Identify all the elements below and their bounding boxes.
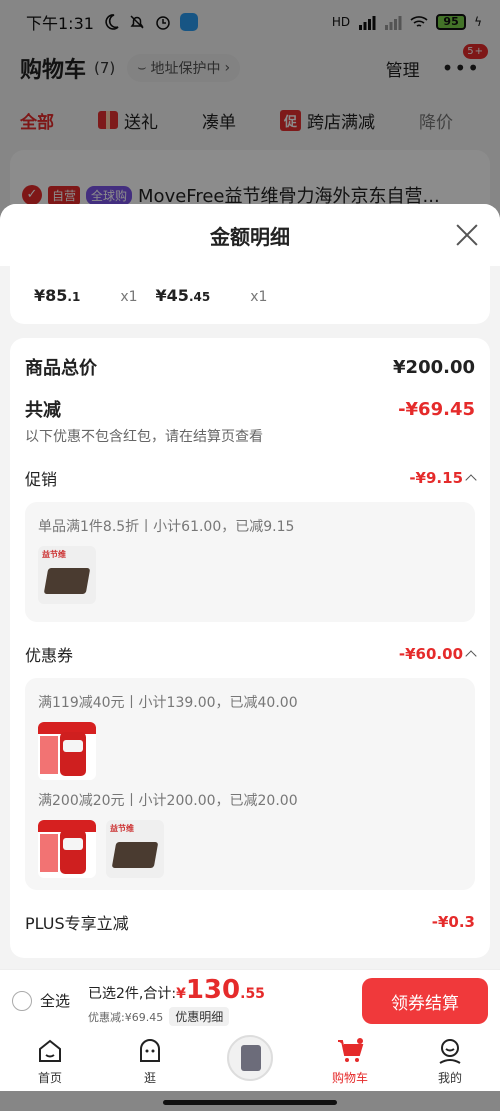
nav-cart[interactable]: 购物车 — [315, 1037, 385, 1086]
promo-label: 促销 — [25, 470, 58, 489]
sum-line: 已选2件,合计: ¥ 130 .55 — [88, 975, 265, 1005]
select-all-radio[interactable] — [12, 990, 32, 1011]
sum-block: 已选2件,合计: ¥ 130 .55 优惠减:¥69.45 优惠明细 — [88, 975, 265, 1026]
product-thumb-movefree-bottle[interactable] — [38, 820, 96, 878]
cart-icon — [338, 1038, 364, 1062]
item-price-int: ¥85 — [34, 285, 68, 305]
discount-text: 优惠减:¥69.45 — [88, 1010, 164, 1024]
sheet-header: 金额明细 — [0, 204, 500, 266]
coupon-rule-text: 满119减40元丨小计139.00，已减40.00 — [38, 695, 298, 711]
bottom-nav: 首页 逛 购物车 我的 — [0, 1031, 500, 1091]
coupon-label: 优惠券 — [25, 646, 74, 665]
amount-detail-sheet: 金额明细 ¥85.1 x1 ¥45.45 x1 商品总价 ¥200.00 共减 … — [0, 204, 500, 969]
promo-thumbs: 益节维 — [38, 546, 462, 604]
checkout-button[interactable]: 领券结算 — [362, 978, 488, 1024]
item-price-dec: .1 — [67, 289, 81, 304]
item-qty: x1 — [250, 288, 268, 305]
discount-detail-button[interactable]: 优惠明细 — [169, 1007, 230, 1026]
reduce-label: 共减 — [25, 400, 61, 421]
total-row: 商品总价 ¥200.00 — [25, 354, 475, 380]
thumb-logo: 益节维 — [110, 824, 134, 833]
nav-profile[interactable]: 我的 — [415, 1037, 485, 1086]
item-price: ¥45.45 x1 — [156, 286, 268, 305]
product-thumb-movefree-bottle[interactable] — [38, 722, 96, 780]
chevron-up-icon[interactable] — [465, 474, 477, 486]
promo-center-icon — [227, 1035, 273, 1081]
sheet-title: 金额明细 — [210, 224, 290, 249]
select-all-label[interactable]: 全选 — [40, 990, 70, 1011]
total-label: 商品总价 — [25, 358, 97, 379]
coupon-value-wrap: -¥60.00 — [398, 645, 477, 663]
reduce-note: 以下优惠不包含红包，请在结算页查看 — [25, 429, 263, 445]
selected-text: 已选2件,合计: — [88, 986, 177, 1002]
promo-row[interactable]: 促销 -¥9.15 — [25, 466, 477, 490]
amount-breakdown-card: 商品总价 ¥200.00 共减 -¥69.45 以下优惠不包含红包，请在结算页查… — [10, 338, 490, 958]
browse-icon — [140, 1039, 160, 1062]
product-thumb-glucosamine-box[interactable]: 益节维 — [106, 820, 164, 878]
promo-detail-box: 单品满1件8.5折丨小计61.00，已减9.15 益节维 — [25, 502, 475, 622]
nav-browse[interactable]: 逛 — [115, 1037, 185, 1086]
reduce-value: -¥69.45 — [398, 398, 475, 420]
coupon-rule-text: 满200减20元丨小计200.00，已减20.00 — [38, 793, 298, 809]
plus-value: -¥0.3 — [431, 913, 475, 931]
checkout-bar: 全选 已选2件,合计: ¥ 130 .55 优惠减:¥69.45 优惠明细 领券… — [0, 969, 500, 1031]
item-price-int: ¥45 — [155, 285, 189, 305]
item-qty: x1 — [120, 288, 138, 305]
item-price-dec: .45 — [188, 289, 211, 304]
plus-label: PLUS专享立减 — [25, 914, 129, 933]
promo-value: -¥9.15 — [409, 469, 463, 487]
nav-cart-label: 购物车 — [331, 1071, 368, 1085]
gesture-home-bar[interactable] — [163, 1100, 337, 1105]
coupon-thumbs-2: 益节维 — [38, 820, 462, 878]
coupon-detail-box: 满119减40元丨小计139.00，已减40.00 满200减20元丨小计200… — [25, 678, 475, 890]
nav-home-label: 首页 — [37, 1071, 62, 1085]
coupon-value: -¥60.00 — [398, 645, 463, 663]
sum-dec: .55 — [240, 986, 265, 1002]
promo-rule-text: 单品满1件8.5折丨小计61.00，已减9.15 — [38, 519, 295, 535]
plus-row: PLUS专享立减 -¥0.3 — [25, 910, 475, 934]
chevron-up-icon[interactable] — [465, 650, 477, 662]
thumb-logo: 益节维 — [42, 550, 66, 559]
nav-profile-label: 我的 — [437, 1071, 462, 1085]
coupon-row[interactable]: 优惠券 -¥60.00 — [25, 642, 477, 666]
coupon-thumbs-1 — [38, 722, 462, 780]
discount-line: 优惠减:¥69.45 优惠明细 — [88, 1007, 265, 1026]
promo-value-wrap: -¥9.15 — [409, 469, 477, 487]
nav-home[interactable]: 首页 — [15, 1037, 85, 1086]
sum-int: 130 — [185, 975, 241, 1005]
total-value: ¥200.00 — [393, 356, 475, 378]
close-icon[interactable] — [454, 222, 480, 248]
nav-promo-center[interactable] — [215, 1035, 285, 1081]
profile-icon — [439, 1039, 461, 1064]
reduce-row: 共减 -¥69.45 — [25, 396, 475, 422]
product-thumb-glucosamine-box[interactable]: 益节维 — [38, 546, 96, 604]
sum-currency: ¥ — [176, 986, 186, 1002]
home-icon — [39, 1039, 61, 1062]
nav-browse-label: 逛 — [143, 1071, 156, 1085]
item-price-list: ¥85.1 x1 ¥45.45 x1 — [10, 266, 490, 324]
item-price: ¥85.1 x1 — [34, 286, 138, 305]
